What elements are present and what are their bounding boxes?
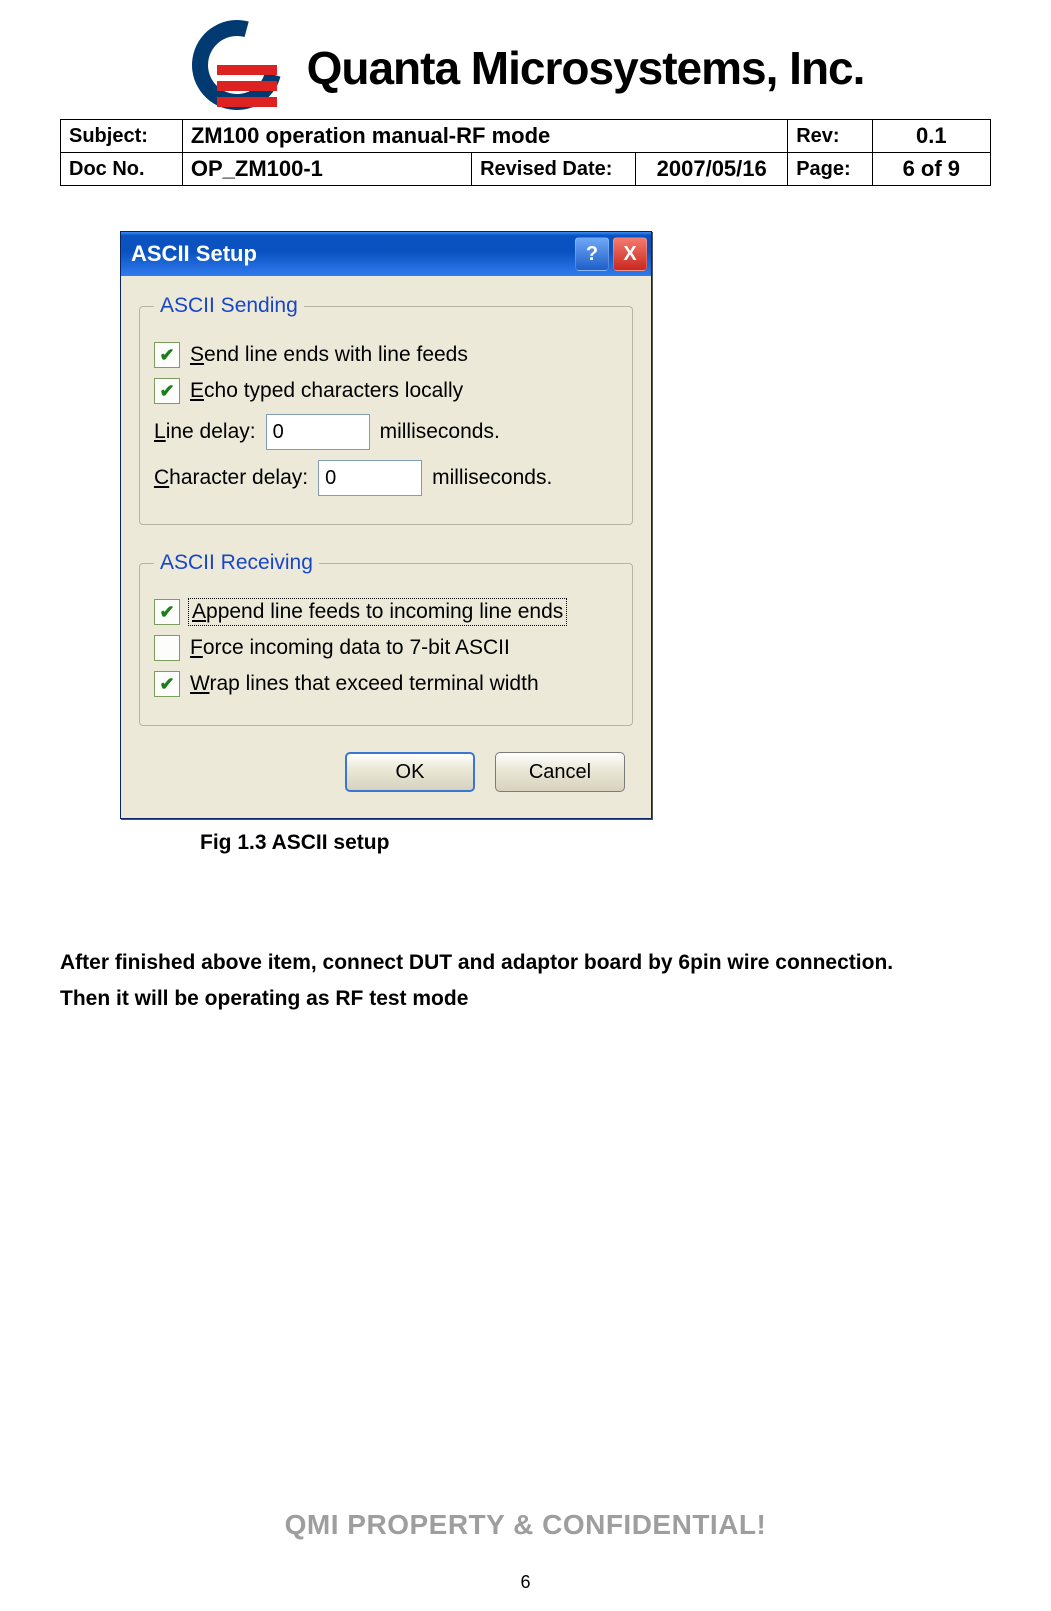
page-label: Page: [788, 153, 872, 186]
rev-label: Rev: [788, 120, 872, 153]
force-7bit-row[interactable]: Force incoming data to 7-bit ASCII [154, 635, 618, 661]
char-delay-input[interactable] [318, 460, 422, 496]
ascii-receiving-group: ASCII Receiving Append line feeds to inc… [139, 551, 633, 726]
send-line-ends-label: Send line ends with line feeds [190, 343, 468, 367]
rev-value: 0.1 [872, 120, 990, 153]
revdate-label: Revised Date: [472, 153, 636, 186]
subject-value: ZM100 operation manual-RF mode [182, 120, 787, 153]
company-header: Quanta Microsystems, Inc. [60, 20, 991, 115]
echo-typed-row[interactable]: Echo typed characters locally [154, 378, 618, 404]
char-delay-label: Character delay: [154, 466, 308, 490]
char-delay-row: Character delay: milliseconds. [154, 460, 618, 496]
help-icon: ? [586, 243, 598, 266]
footer-confidential: QMI PROPERTY & CONFIDENTIAL! [0, 1509, 1051, 1541]
footer-page-number: 6 [0, 1572, 1051, 1593]
echo-typed-checkbox[interactable] [154, 378, 180, 404]
ok-button[interactable]: OK [345, 752, 475, 792]
echo-typed-label: Echo typed characters locally [190, 379, 463, 403]
dialog-titlebar[interactable]: ASCII Setup ? X [121, 232, 651, 276]
ascii-sending-legend: ASCII Sending [154, 294, 304, 318]
close-button[interactable]: X [613, 237, 647, 271]
line-delay-input[interactable] [266, 414, 370, 450]
document-header-table: Subject: ZM100 operation manual-RF mode … [60, 119, 991, 186]
help-button[interactable]: ? [575, 237, 609, 271]
wrap-lines-label: Wrap lines that exceed terminal width [190, 672, 539, 696]
force-7bit-checkbox[interactable] [154, 635, 180, 661]
force-7bit-label: Force incoming data to 7-bit ASCII [190, 636, 510, 660]
docno-label: Doc No. [61, 153, 183, 186]
revdate-value: 2007/05/16 [636, 153, 788, 186]
dialog-title: ASCII Setup [131, 241, 571, 267]
page-value: 6 of 9 [872, 153, 990, 186]
ascii-receiving-legend: ASCII Receiving [154, 551, 319, 575]
wrap-lines-row[interactable]: Wrap lines that exceed terminal width [154, 671, 618, 697]
append-lf-row[interactable]: Append line feeds to incoming line ends [154, 599, 618, 625]
close-icon: X [623, 243, 636, 266]
char-delay-suffix: milliseconds. [432, 466, 552, 490]
docno-value: OP_ZM100-1 [182, 153, 471, 186]
company-logo-icon [187, 20, 287, 115]
company-name: Quanta Microsystems, Inc. [307, 41, 865, 95]
ascii-setup-dialog: ASCII Setup ? X ASCII Sending Send line … [120, 231, 652, 819]
body-line-2: Then it will be operating as RF test mod… [60, 981, 991, 1017]
line-delay-label: Line delay: [154, 420, 256, 444]
append-lf-label: Append line feeds to incoming line ends [190, 600, 565, 624]
append-lf-checkbox[interactable] [154, 599, 180, 625]
body-line-1: After finished above item, connect DUT a… [60, 945, 991, 981]
subject-label: Subject: [61, 120, 183, 153]
wrap-lines-checkbox[interactable] [154, 671, 180, 697]
line-delay-row: Line delay: milliseconds. [154, 414, 618, 450]
figure-caption: Fig 1.3 ASCII setup [200, 831, 991, 855]
ascii-sending-group: ASCII Sending Send line ends with line f… [139, 294, 633, 525]
line-delay-suffix: milliseconds. [380, 420, 500, 444]
body-paragraph: After finished above item, connect DUT a… [60, 945, 991, 1016]
send-line-ends-checkbox[interactable] [154, 342, 180, 368]
cancel-button[interactable]: Cancel [495, 752, 625, 792]
send-line-ends-row[interactable]: Send line ends with line feeds [154, 342, 618, 368]
